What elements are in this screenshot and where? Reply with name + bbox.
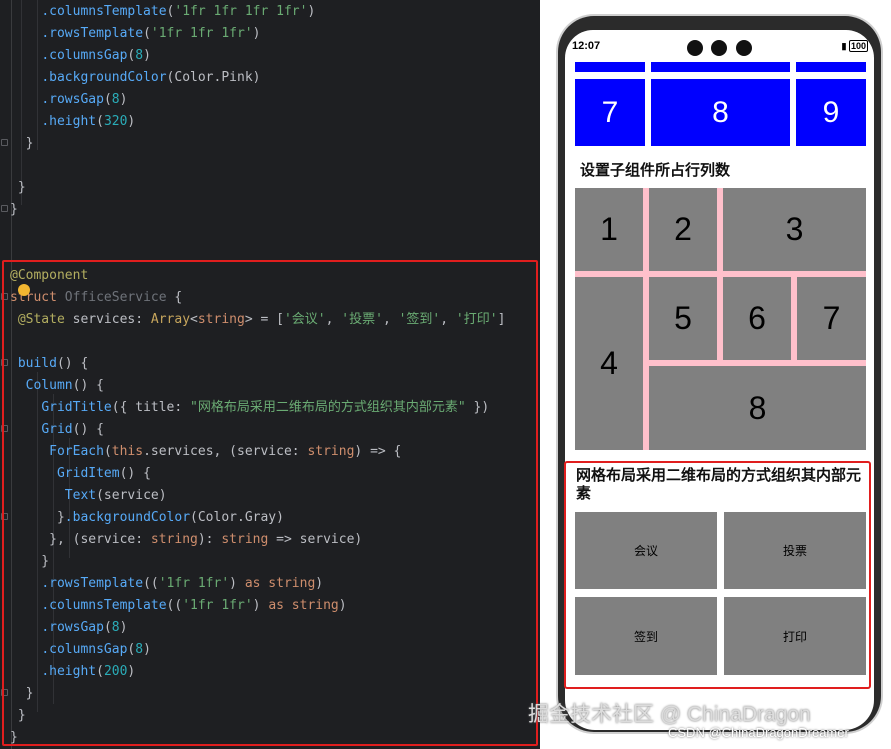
watermark-csdn: CSDN @ChinaDragonDreamer xyxy=(668,725,849,740)
fold-icon[interactable] xyxy=(1,205,8,212)
camera-icon xyxy=(687,40,703,56)
grid-item: 6 xyxy=(723,277,791,360)
grid-item-top-partial xyxy=(575,62,645,72)
code-token: .columnsTemplate xyxy=(41,4,167,19)
code-line[interactable]: } xyxy=(10,199,18,221)
code-token: ) xyxy=(307,4,316,19)
grid-item-top-partial xyxy=(651,62,790,72)
grid-item: 8 xyxy=(649,366,866,450)
code-highlight-box xyxy=(2,260,538,746)
code-line[interactable]: .columnsGap(8) xyxy=(10,45,151,67)
camera-icon xyxy=(736,40,752,56)
code-token: .backgroundColor xyxy=(41,70,167,85)
code-line[interactable]: } xyxy=(10,177,26,199)
code-token: (Color.Pink) xyxy=(166,70,261,85)
section-title-span: 设置子组件所占行列数 xyxy=(580,162,731,179)
code-token: ( xyxy=(143,26,151,41)
grid-item: 8 xyxy=(651,79,790,146)
code-token: ) xyxy=(127,114,136,129)
status-time: 12:07 xyxy=(572,40,601,52)
code-token: ) xyxy=(143,48,151,63)
grid-item: 2 xyxy=(649,188,717,271)
code-line[interactable]: } xyxy=(10,133,34,155)
code-token: '1fr 1fr 1fr' xyxy=(150,26,253,41)
code-token: 320 xyxy=(103,114,128,129)
code-token: ) xyxy=(252,26,261,41)
code-line[interactable]: .rowsTemplate('1fr 1fr 1fr') xyxy=(10,23,260,45)
code-token: ( xyxy=(103,92,112,107)
code-line[interactable]: .rowsGap(8) xyxy=(10,89,127,111)
code-token: .rowsTemplate xyxy=(41,26,144,41)
grid-item: 4 xyxy=(575,277,643,450)
code-token: } xyxy=(10,180,26,195)
grid-item-top-partial xyxy=(796,62,866,72)
code-token: ) xyxy=(119,92,128,107)
grid-item: 7 xyxy=(797,277,866,360)
watermark-juejin: 掘金技术社区 @ ChinaDragon xyxy=(528,703,811,726)
code-token: ( xyxy=(96,114,104,129)
grid-item: 3 xyxy=(723,188,866,271)
camera-icon xyxy=(711,40,727,56)
code-token: .columnsGap xyxy=(41,48,128,63)
code-token: } xyxy=(10,202,18,217)
fold-icon[interactable] xyxy=(1,139,8,146)
battery-level: 100 xyxy=(848,40,868,52)
status-bar: 12:07 ▮ 100 xyxy=(565,30,874,60)
code-token: .rowsGap xyxy=(41,92,104,107)
code-line[interactable]: .columnsTemplate('1fr 1fr 1fr 1fr') xyxy=(10,1,315,23)
battery-icon: ▮ 100 xyxy=(841,40,868,52)
grid-item: 9 xyxy=(796,79,866,146)
grid-item: 7 xyxy=(575,79,645,146)
code-line[interactable]: .height(320) xyxy=(10,111,135,133)
code-token: } xyxy=(10,136,34,151)
code-token: 8 xyxy=(135,48,144,63)
code-editor[interactable]: .columnsTemplate('1fr 1fr 1fr 1fr') .row… xyxy=(0,0,560,749)
code-token: 8 xyxy=(111,92,120,107)
code-token: .height xyxy=(41,114,97,129)
grid-item: 1 xyxy=(575,188,643,271)
preview-highlight-box xyxy=(564,461,871,689)
grid-item: 5 xyxy=(649,277,717,360)
code-token: '1fr 1fr 1fr 1fr' xyxy=(174,4,308,19)
code-line[interactable]: .backgroundColor(Color.Pink) xyxy=(10,67,260,89)
